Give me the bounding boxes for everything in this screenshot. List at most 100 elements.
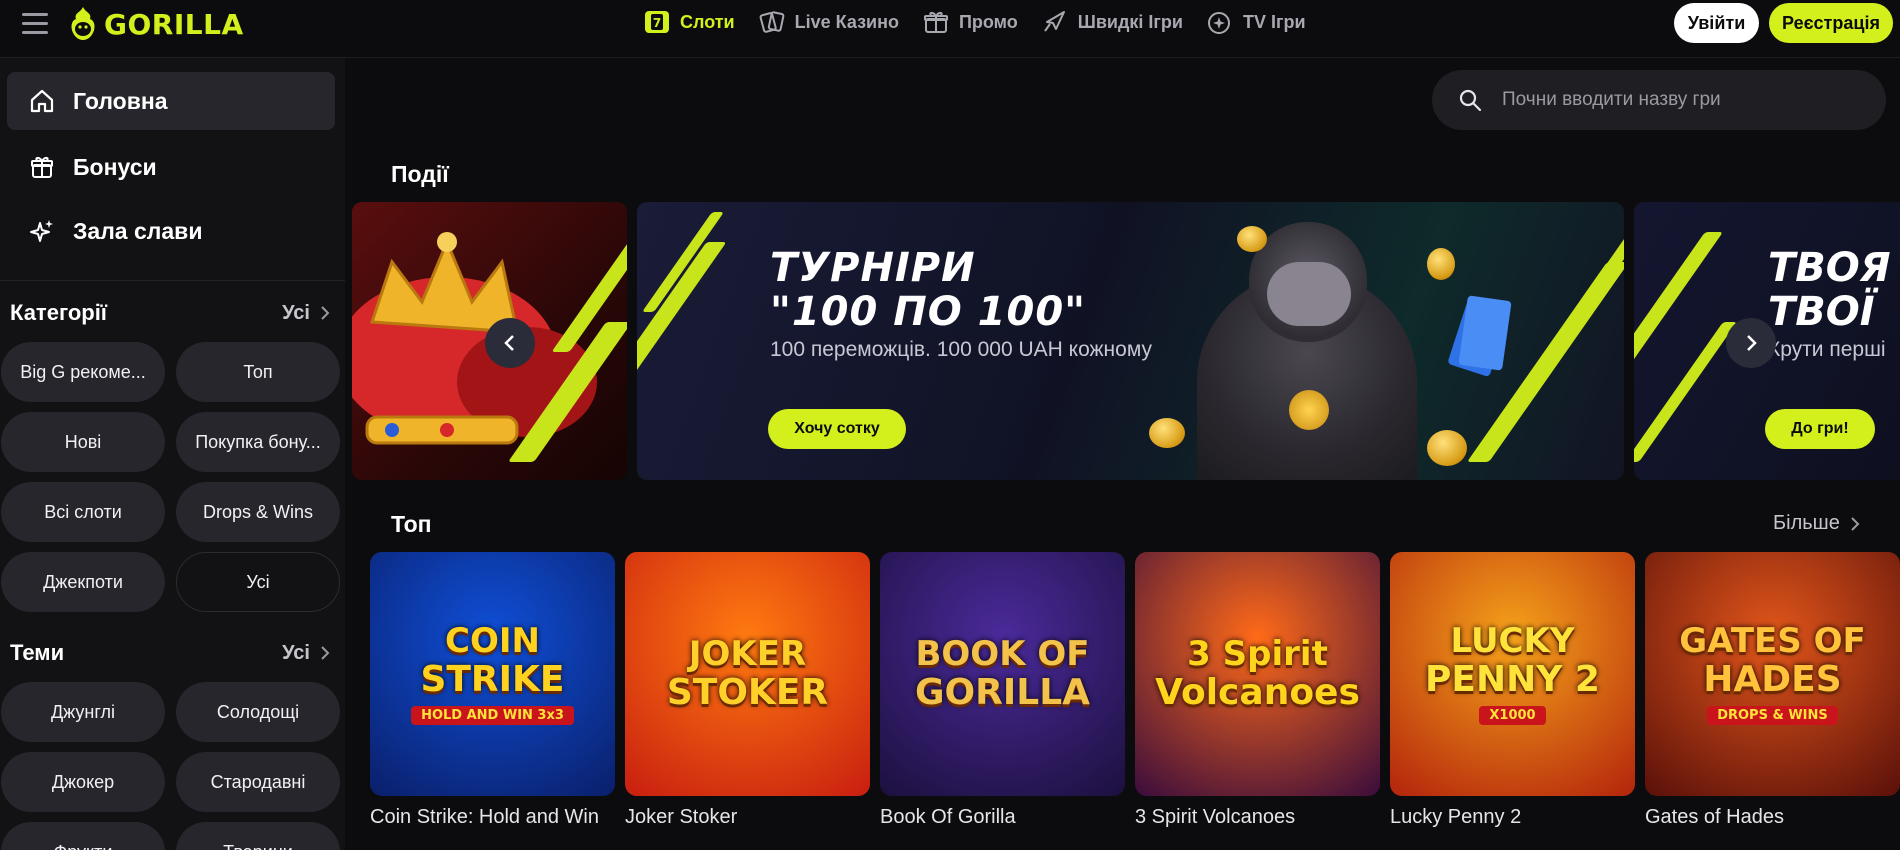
sidebar-item-bonuses[interactable]: Бонуси — [7, 138, 335, 196]
nav-label: TV Ігри — [1242, 11, 1306, 32]
game-title[interactable]: Joker Stoker — [625, 806, 737, 829]
theme-pill[interactable]: Джокер — [1, 752, 165, 812]
categories-title: Категорії — [10, 300, 107, 325]
game-art-text: JOKER STOKER — [667, 637, 828, 711]
category-pill[interactable]: Покупка бону... — [176, 412, 340, 472]
coin-icon — [1149, 418, 1185, 448]
game-title[interactable]: Gates of Hades — [1645, 806, 1784, 829]
game-art: GATES OF HADES DROPS & WINS — [1645, 552, 1900, 796]
sidebar-divider — [0, 280, 345, 281]
game-tile[interactable]: LUCKY PENNY 2 X1000 — [1390, 552, 1635, 796]
event-banner-main[interactable]: ТУРНІРИ "100 ПО 100" 100 переможців. 100… — [637, 202, 1624, 480]
game-art-line1: LUCKY — [1450, 620, 1575, 661]
categories-all-link[interactable]: Усі — [282, 302, 330, 325]
carousel-prev-button[interactable] — [485, 318, 535, 368]
chevron-left-icon — [504, 335, 514, 351]
tv-sparkle-icon — [1207, 12, 1230, 34]
logo[interactable]: GORILLA — [68, 5, 244, 43]
game-art-text: GATES OF HADES DROPS & WINS — [1679, 624, 1866, 725]
sidebar-item-hall-of-fame[interactable]: Зала слави — [7, 202, 335, 260]
game-art: JOKER STOKER — [625, 552, 870, 796]
coin-icon — [1237, 226, 1267, 252]
chevron-right-icon — [321, 306, 330, 320]
banner-title-line1: ТУРНІРИ — [770, 245, 976, 291]
gift-icon — [31, 156, 53, 178]
carousel-next-button[interactable] — [1726, 318, 1776, 368]
category-pill[interactable]: Всі слоти — [1, 482, 165, 542]
game-art: BOOK OF GORILLA — [880, 552, 1125, 796]
next-banner-subtitle: Крути перші — [1768, 338, 1886, 361]
game-title[interactable]: Coin Strike: Hold and Win — [370, 806, 599, 829]
themes-title: Теми — [10, 640, 65, 665]
game-title[interactable]: Book Of Gorilla — [880, 806, 1016, 829]
next-banner-cta-button[interactable]: До гри! — [1765, 409, 1875, 449]
next-banner-title-line1: ТВОЯ — [1768, 245, 1891, 291]
nav-slots[interactable]: 7 Слоти — [644, 8, 735, 36]
game-title[interactable]: Lucky Penny 2 — [1390, 806, 1521, 829]
top-bar: GORILLA 7 Слоти Live Казино Промо Швидкі… — [0, 0, 1900, 58]
sidebar-item-label: Головна — [73, 87, 168, 114]
game-tile[interactable]: 3 Spirit Volcanoes — [1135, 552, 1380, 796]
category-pill-all[interactable]: Усі — [176, 552, 340, 612]
gift-icon — [923, 11, 948, 33]
game-art-line2: STRIKE — [420, 658, 565, 700]
register-button[interactable]: Реєстрація — [1769, 3, 1893, 43]
game-title[interactable]: 3 Spirit Volcanoes — [1135, 806, 1295, 829]
game-art-text: LUCKY PENNY 2 X1000 — [1425, 624, 1600, 725]
game-art-line1: JOKER — [688, 634, 807, 674]
game-search[interactable] — [1432, 70, 1886, 130]
login-button[interactable]: Увійти — [1674, 3, 1759, 43]
game-art: 3 Spirit Volcanoes — [1135, 552, 1380, 796]
category-pill[interactable]: Джекпоти — [1, 552, 165, 612]
game-tile[interactable]: GATES OF HADES DROPS & WINS — [1645, 552, 1900, 796]
game-art-text: BOOK OF GORILLA — [915, 637, 1090, 711]
game-art-line2: HADES — [1703, 658, 1842, 700]
search-input[interactable] — [1502, 89, 1862, 111]
game-art-line1: COIN — [445, 620, 540, 661]
slots-badge: 7 — [653, 16, 661, 30]
gorilla-logo-icon — [71, 7, 95, 40]
sidebar-item-label: Бонуси — [73, 153, 157, 180]
decor-streak — [1634, 322, 1738, 462]
theme-pill[interactable]: Фрукти — [1, 822, 165, 850]
category-pill[interactable]: Big G рекоме... — [1, 342, 165, 402]
sparkle-icon — [30, 220, 53, 242]
game-tile[interactable]: COIN STRIKE HOLD AND WIN 3x3 — [370, 552, 615, 796]
coin-icon — [1427, 430, 1467, 466]
sidebar-item-home[interactable]: Головна — [7, 72, 335, 130]
themes-header: Теми Усі — [10, 640, 330, 666]
game-art-line2: GORILLA — [914, 672, 1090, 713]
game-tile[interactable]: BOOK OF GORILLA — [880, 552, 1125, 796]
nav-label: Live Казино — [794, 11, 899, 32]
theme-pill[interactable]: Стародавні — [176, 752, 340, 812]
game-tile[interactable]: JOKER STOKER — [625, 552, 870, 796]
search-icon — [1459, 89, 1482, 112]
chevron-right-icon — [1747, 335, 1757, 351]
category-pill[interactable]: Топ — [176, 342, 340, 402]
nav-tv-games[interactable]: TV Ігри — [1207, 8, 1306, 36]
more-link[interactable]: Більше — [1773, 512, 1860, 535]
theme-pill[interactable]: Тварини — [176, 822, 340, 850]
categories-all-label: Усі — [282, 301, 310, 324]
game-art-text: 3 Spirit Volcanoes — [1155, 637, 1360, 711]
game-art-line2: PENNY 2 — [1425, 658, 1600, 700]
game-art: LUCKY PENNY 2 X1000 — [1390, 552, 1635, 796]
category-pill[interactable]: Drops & Wins — [176, 482, 340, 542]
events-title: Події — [391, 161, 449, 187]
theme-pill[interactable]: Солодощі — [176, 682, 340, 742]
sidebar-item-label: Зала слави — [73, 217, 203, 244]
nav-live-casino[interactable]: Live Казино — [759, 8, 899, 36]
banner-cta-button[interactable]: Хочу сотку — [768, 409, 906, 449]
cards-icon — [759, 11, 784, 33]
menu-icon[interactable] — [22, 13, 48, 35]
nav-promo[interactable]: Промо — [923, 8, 1018, 36]
category-pill[interactable]: Нові — [1, 412, 165, 472]
banner-title-line2: "100 ПО 100" — [770, 289, 1087, 335]
nav-fast-games[interactable]: Швидкі Ігри — [1042, 8, 1183, 36]
themes-all-link[interactable]: Усі — [282, 642, 330, 665]
nav-label: Промо — [958, 11, 1018, 32]
slots-icon: 7 — [645, 11, 669, 33]
game-art-line1: 3 Spirit — [1187, 634, 1328, 674]
next-banner-title-line2: ТВОЇ — [1768, 289, 1875, 335]
theme-pill[interactable]: Джунглі — [1, 682, 165, 742]
